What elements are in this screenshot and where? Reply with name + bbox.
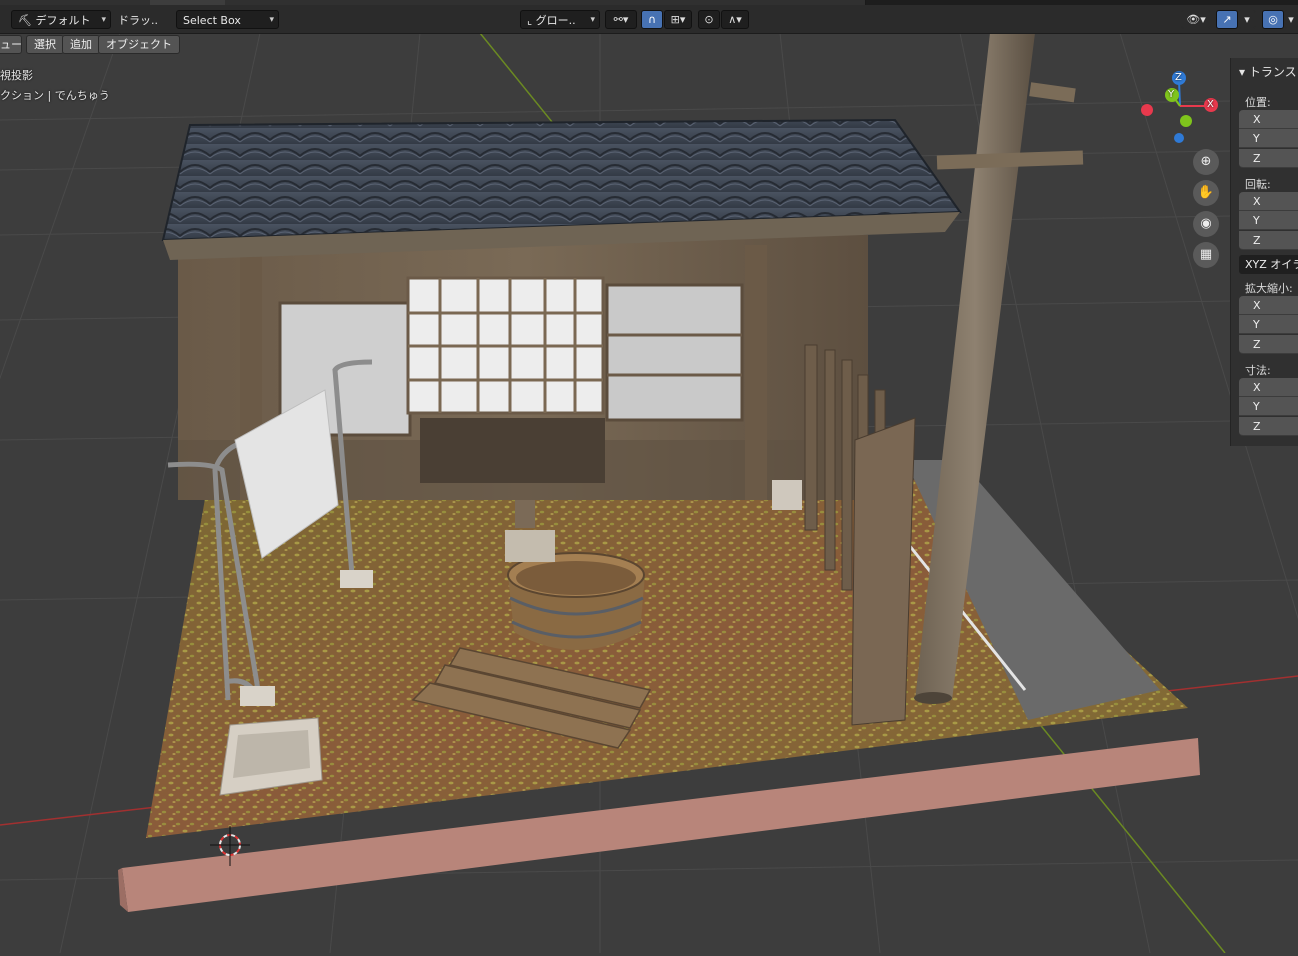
drag-label: ドラッ.. <box>118 14 158 27</box>
snap-icon[interactable]: ∩ <box>641 10 663 29</box>
gizmo-neg-z-ball <box>1174 133 1184 143</box>
gizmo-neg-y-ball <box>1180 115 1192 127</box>
collection-label: クション | でんちゅう <box>0 89 110 102</box>
chevron-down-icon: ▾ <box>269 15 274 25</box>
rotation-label: 回転: <box>1245 178 1271 191</box>
dimensions-z-field[interactable]: Z <box>1239 417 1298 436</box>
falloff-curve-icon[interactable]: ∧▾ <box>721 10 749 29</box>
proportional-edit-icon[interactable]: ⊙ <box>698 10 720 29</box>
gizmo-icon[interactable]: ↗ <box>1216 10 1238 29</box>
transform-panel: ▾ トランス 位置: X Y Z 回転: X Y Z XYZ オイラ 拡大縮小:… <box>1230 58 1298 446</box>
shoji-right <box>605 283 744 422</box>
location-x-field[interactable]: X <box>1239 110 1298 129</box>
snap-target-icon[interactable]: ⊞▾ <box>664 10 692 29</box>
dimensions-y-field[interactable]: Y <box>1239 397 1298 416</box>
scale-y-field[interactable]: Y <box>1239 315 1298 334</box>
tool-icon: ⛏ <box>18 14 32 27</box>
menu-select[interactable]: 選択 <box>26 35 64 54</box>
dimensions-label: 寸法: <box>1245 364 1271 377</box>
chevron-down-icon: ▾ <box>590 15 595 25</box>
chevron-down-icon[interactable]: ▾ <box>1284 10 1298 29</box>
gizmo-y-label: Y <box>1168 89 1175 100</box>
rotation-z-field[interactable]: Z <box>1239 231 1298 250</box>
tool-mode-dropdown[interactable]: ⛏ デフォルト ▾ <box>11 10 111 29</box>
rotation-mode-dropdown[interactable]: XYZ オイラ <box>1239 255 1298 274</box>
chevron-down-icon: ▾ <box>101 15 106 25</box>
overlay-icon[interactable]: ◎ <box>1262 10 1284 29</box>
pivot-point-icon[interactable]: ⚯▾ <box>605 10 637 29</box>
gizmo-x-label: X <box>1207 99 1214 110</box>
3d-viewport[interactable] <box>0 32 1298 954</box>
scene-canvas[interactable] <box>0 32 1298 954</box>
zoom-icon[interactable]: ⊕ <box>1193 149 1219 175</box>
transform-panel-header[interactable]: ▾ トランス <box>1239 63 1297 80</box>
collapse-triangle-icon: ▾ <box>1239 65 1246 79</box>
pan-hand-icon[interactable]: ✋ <box>1193 180 1219 206</box>
orientation-dropdown[interactable]: ⌞ グロー.. ▾ <box>520 10 600 29</box>
menu-object[interactable]: オブジェクト <box>98 35 180 54</box>
camera-icon[interactable]: ◉ <box>1193 211 1219 237</box>
pole-crossarm <box>936 150 1084 170</box>
transform-orientation-icon: ⌞ <box>527 14 533 27</box>
scale-x-field[interactable]: X <box>1239 296 1298 315</box>
visibility-icon[interactable]: 👁▾ <box>1181 10 1211 29</box>
scale-label: 拡大縮小: <box>1245 282 1293 295</box>
view-projection-label: 視投影 <box>0 69 33 82</box>
location-y-field[interactable]: Y <box>1239 129 1298 148</box>
doorway <box>420 418 605 483</box>
scale-z-field[interactable]: Z <box>1239 335 1298 354</box>
dimensions-x-field[interactable]: X <box>1239 378 1298 397</box>
wooden-tub <box>507 552 645 650</box>
gizmo-z-label: Z <box>1175 72 1182 83</box>
menu-view[interactable]: ュー <box>0 35 22 54</box>
rotation-y-field[interactable]: Y <box>1239 211 1298 230</box>
perspective-grid-icon[interactable]: ▦ <box>1193 242 1219 268</box>
location-z-field[interactable]: Z <box>1239 149 1298 168</box>
chevron-down-icon[interactable]: ▾ <box>1238 10 1256 29</box>
select-box-dropdown[interactable]: Select Box ▾ <box>176 10 279 29</box>
menu-add[interactable]: 追加 <box>62 35 100 54</box>
gizmo-neg-x-ball <box>1141 104 1153 116</box>
rotation-x-field[interactable]: X <box>1239 192 1298 211</box>
viewport-header: ⛏ デフォルト ▾ ドラッ.. Select Box ▾ ⌞ グロー.. ▾ ⚯… <box>0 5 1298 34</box>
location-label: 位置: <box>1245 96 1271 109</box>
